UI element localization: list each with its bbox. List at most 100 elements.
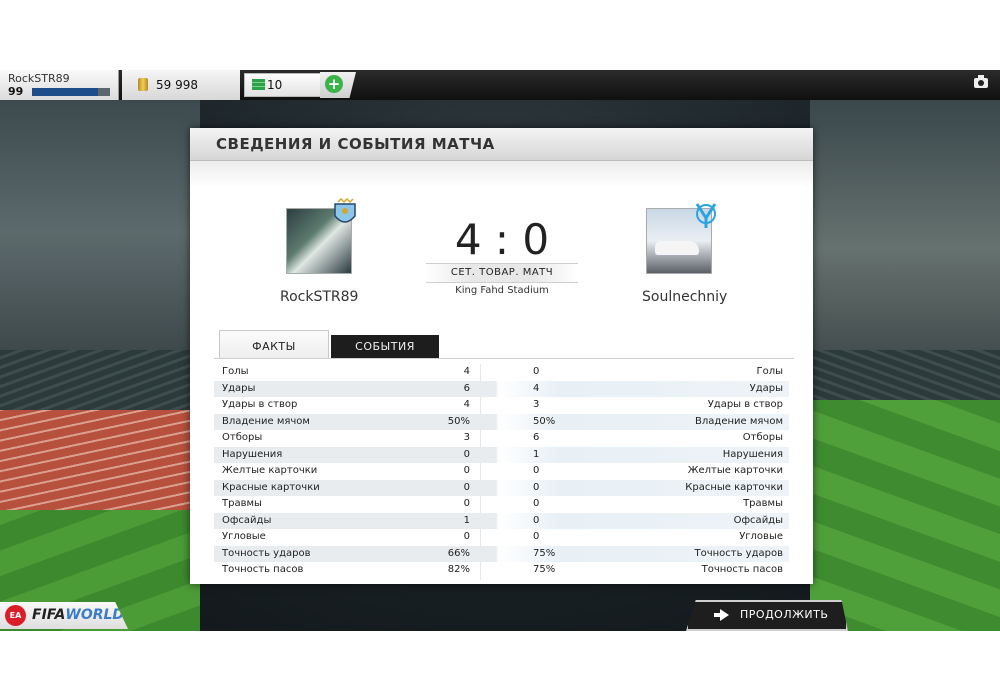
stat-value-away: 75%: [533, 547, 556, 559]
stat-label-away: Отборы: [742, 432, 783, 443]
fifa-world-logo: EA FIFAWORLD: [0, 602, 128, 629]
match-type: СЕТ. ТОВАР. МАТЧ: [450, 267, 554, 278]
stat-value-home: 1: [463, 514, 470, 526]
stat-label-home: Офсайды: [222, 514, 272, 526]
player-info[interactable]: RockSTR89 99: [0, 70, 119, 100]
home-club-badge-icon: [334, 198, 356, 223]
points-display: 10: [244, 73, 326, 97]
camera-icon[interactable]: [974, 75, 988, 88]
pitch-right: [810, 400, 1000, 631]
stat-label-home: Красные карточки: [222, 481, 320, 493]
stat-label-home: Удары: [222, 382, 256, 394]
coins-icon: [138, 78, 148, 91]
stat-label-home: Отборы: [222, 432, 263, 443]
stat-value-away: 0: [533, 366, 540, 377]
panel-subheader: [190, 161, 813, 187]
stat-label-away: Офсайды: [733, 514, 783, 526]
stat-value-home: 0: [463, 448, 470, 460]
home-team-name: RockSTR89: [280, 289, 359, 305]
plus-icon: +: [325, 75, 343, 93]
stats-row: Красные карточки 0 0 Красные карточки: [214, 479, 789, 496]
points-value: 10: [267, 78, 283, 92]
stats-row: Угловые 0 0 Угловые: [214, 529, 789, 546]
stadium-name: King Fahd Stadium: [455, 285, 549, 296]
player-level: 99: [8, 85, 24, 98]
match-summary-panel: СВЕДЕНИЯ И СОБЫТИЯ МАТЧА RockSTR89 Souln…: [190, 128, 813, 584]
points-icon: [252, 79, 265, 90]
stat-value-home: 0: [463, 465, 470, 476]
stat-label-home: Владение мячом: [222, 415, 310, 427]
stat-label-away: Красные карточки: [685, 481, 783, 493]
stat-label-away: Травмы: [743, 498, 783, 509]
stat-value-away: 0: [533, 498, 540, 509]
stats-row: Удары 6 4 Удары: [214, 380, 789, 397]
stat-value-away: 50%: [533, 415, 556, 427]
stat-label-away: Точность пасов: [701, 564, 783, 575]
player-name: RockSTR89: [8, 72, 70, 85]
stat-label-home: Нарушения: [222, 448, 283, 460]
arrow-right-icon: [714, 609, 729, 621]
ea-sports-icon: EA: [5, 605, 26, 626]
stats-row: Голы 4 0 Голы: [214, 364, 789, 381]
stats-row: Отборы 3 6 Отборы: [214, 430, 789, 447]
match-type-banner: СЕТ. ТОВАР. МАТЧ: [426, 263, 578, 283]
tab-events[interactable]: СОБЫТИЯ: [331, 335, 439, 358]
panel-header: СВЕДЕНИЯ И СОБЫТИЯ МАТЧА: [190, 128, 813, 161]
stats-row: Желтые карточки 0 0 Желтые карточки: [214, 463, 789, 480]
continue-label: ПРОДОЛЖИТЬ: [740, 608, 829, 621]
stats-row: Удары в створ 4 3 Удары в створ: [214, 397, 789, 414]
stat-value-away: 0: [533, 481, 540, 493]
stat-label-home: Желтые карточки: [222, 465, 318, 476]
away-club-badge-icon: [695, 203, 717, 228]
stat-value-home: 0: [463, 531, 470, 542]
logo-text: FIFAWORLD: [32, 607, 124, 623]
stats-row: Владение мячом 50% 50% Владение мячом: [214, 413, 789, 430]
tab-facts[interactable]: ФАКТЫ: [219, 330, 329, 359]
stat-value-away: 1: [533, 448, 540, 460]
stat-value-away: 0: [533, 514, 540, 526]
away-crest-car-image: [655, 241, 699, 255]
continue-button[interactable]: ПРОДОЛЖИТЬ: [686, 600, 848, 631]
stats-row: Точность пасов 82% 75% Точность пасов: [214, 562, 789, 579]
stat-label-away: Желтые карточки: [687, 465, 783, 476]
stat-value-home: 0: [463, 481, 470, 493]
stat-value-home: 50%: [447, 415, 470, 427]
stat-value-home: 4: [463, 366, 470, 377]
stat-label-away: Удары в створ: [707, 399, 783, 410]
stat-value-home: 4: [463, 399, 470, 410]
match-stats-table: Голы 4 0 Голы Удары 6 4 Удары Удары в створ 4 3 Уда…: [214, 364, 789, 579]
stat-label-home: Голы: [222, 366, 249, 377]
match-score: 4 : 0: [454, 215, 550, 264]
stat-value-away: 6: [533, 432, 540, 443]
stat-value-home: 3: [463, 432, 470, 443]
stat-value-away: 75%: [533, 564, 556, 575]
stat-value-home: 66%: [447, 547, 470, 559]
tab-divider: [214, 358, 794, 359]
stat-label-away: Угловые: [739, 531, 783, 542]
stats-row: Точность ударов 66% 75% Точность ударов: [214, 545, 789, 562]
stat-label-away: Голы: [756, 366, 783, 377]
stat-label-home: Удары в створ: [222, 399, 298, 410]
stat-label-home: Угловые: [222, 531, 266, 542]
coins-display: 59 998: [122, 70, 240, 100]
stat-value-home: 0: [463, 498, 470, 509]
panel-title: СВЕДЕНИЯ И СОБЫТИЯ МАТЧА: [216, 135, 495, 153]
xp-progress-bar: [32, 88, 110, 96]
stats-row: Офсайды 1 0 Офсайды: [214, 512, 789, 529]
stat-label-home: Точность пасов: [222, 564, 304, 575]
stat-value-home: 82%: [447, 564, 470, 575]
stat-value-away: 0: [533, 531, 540, 542]
xp-progress-fill: [32, 88, 99, 96]
coins-value: 59 998: [156, 78, 198, 92]
stat-value-away: 0: [533, 465, 540, 476]
stats-row: Травмы 0 0 Травмы: [214, 496, 789, 513]
logo-fifa: FIFA: [32, 607, 66, 623]
logo-world: WORLD: [65, 607, 125, 623]
stat-value-away: 4: [533, 382, 540, 394]
stat-label-away: Нарушения: [722, 448, 783, 460]
stats-row: Нарушения 0 1 Нарушения: [214, 446, 789, 463]
stat-label-home: Травмы: [222, 498, 262, 509]
stat-label-away: Владение мячом: [695, 415, 783, 427]
stat-value-away: 3: [533, 399, 540, 410]
stat-label-away: Удары: [749, 382, 783, 394]
